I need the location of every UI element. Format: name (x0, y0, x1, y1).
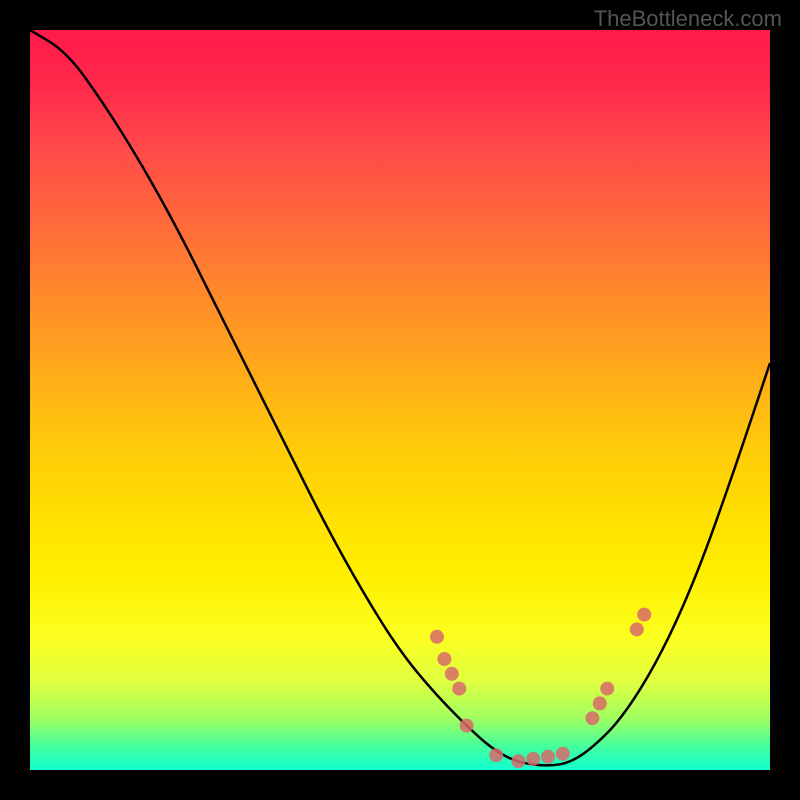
chart-background (30, 30, 770, 770)
watermark-text: TheBottleneck.com (594, 6, 782, 32)
